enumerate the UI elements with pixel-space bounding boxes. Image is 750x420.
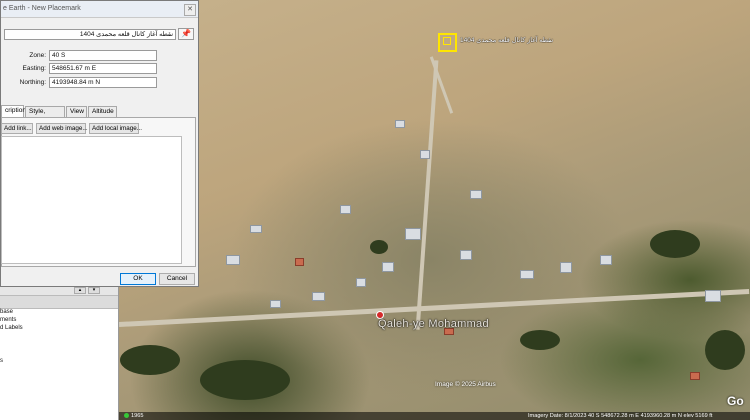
scale-text: 1965 — [131, 413, 144, 419]
tab-description[interactable]: cription — [1, 105, 26, 117]
pushpin-icon-button[interactable]: 📌 — [178, 28, 194, 40]
building — [356, 278, 366, 287]
northing-label: Northing: — [19, 79, 46, 86]
dialog-title: e Earth - New Placemark — [3, 5, 81, 12]
building — [270, 300, 281, 308]
building — [705, 290, 721, 302]
easting-field[interactable]: 548651.67 m E — [49, 63, 157, 74]
building — [690, 372, 700, 380]
pushpin-icon[interactable] — [443, 37, 451, 45]
status-indicator-icon — [124, 413, 129, 419]
placemark-name-input[interactable]: نقطه آغاز کانال قلعه محمدی 1404 — [4, 29, 176, 40]
building — [520, 270, 534, 279]
add-web-image-button[interactable]: Add web image... — [36, 123, 88, 134]
northing-field[interactable]: 4193948.84 m N — [49, 77, 157, 88]
tree-cluster — [370, 240, 388, 254]
tree-cluster — [705, 330, 745, 370]
building — [395, 120, 405, 128]
close-button[interactable]: ✕ — [184, 4, 196, 16]
layer-item[interactable]: s — [0, 358, 3, 364]
new-placemark-dialog: e Earth - New Placemark ✕ نقطه آغاز کانا… — [0, 0, 199, 287]
add-local-image-button[interactable]: Add local image... — [89, 123, 142, 134]
sidebar-panel: ▴ ▾ base ments d Labels s — [0, 287, 119, 420]
building — [382, 262, 394, 272]
description-textarea[interactable] — [1, 136, 182, 264]
layer-item[interactable]: base — [0, 309, 13, 315]
building — [460, 250, 472, 260]
place-name-label[interactable]: Qaleh-ye Mohammad — [378, 318, 489, 330]
tab-style-color[interactable]: Style, Color — [25, 106, 65, 125]
building — [340, 205, 351, 214]
tree-cluster — [520, 330, 560, 350]
sidebar-header: ▴ ▾ — [0, 287, 118, 296]
road — [415, 60, 439, 330]
building — [560, 262, 572, 273]
sidebar-button[interactable]: ▾ — [88, 287, 100, 294]
imagery-credit: Image © 2025 Airbus — [435, 381, 496, 388]
placemark-label[interactable]: نقطه آغاز کانال قلعه محمدی 1404 — [460, 36, 553, 44]
zone-label: Zone: — [29, 52, 46, 59]
tab-altitude[interactable]: Altitude — [88, 106, 117, 117]
dialog-titlebar[interactable]: e Earth - New Placemark ✕ — [1, 1, 198, 18]
zone-field[interactable]: 40 S — [49, 50, 157, 61]
easting-label: Easting: — [22, 65, 47, 72]
add-link-button[interactable]: Add link... — [1, 123, 33, 134]
ok-button[interactable]: OK — [120, 273, 156, 285]
status-text: Imagery Date: 8/1/2023 40 S 548672.28 m … — [528, 413, 713, 419]
building — [312, 292, 325, 301]
tree-cluster — [200, 360, 290, 400]
layer-item[interactable]: d Labels — [0, 325, 23, 331]
building — [295, 258, 304, 266]
layer-item[interactable]: ments — [0, 317, 16, 323]
building — [250, 225, 262, 233]
sidebar-button[interactable]: ▴ — [74, 287, 86, 294]
tree-cluster — [650, 230, 700, 258]
building — [226, 255, 240, 265]
building — [470, 190, 482, 199]
building — [405, 228, 421, 240]
building — [600, 255, 612, 265]
sidebar-strip — [0, 296, 118, 309]
cancel-button[interactable]: Cancel — [159, 273, 195, 285]
building — [420, 150, 430, 159]
tree-cluster — [120, 345, 180, 375]
tab-view[interactable]: View — [66, 106, 87, 117]
scale-readout: 1965 — [124, 413, 143, 419]
google-logo: Go — [727, 394, 744, 408]
